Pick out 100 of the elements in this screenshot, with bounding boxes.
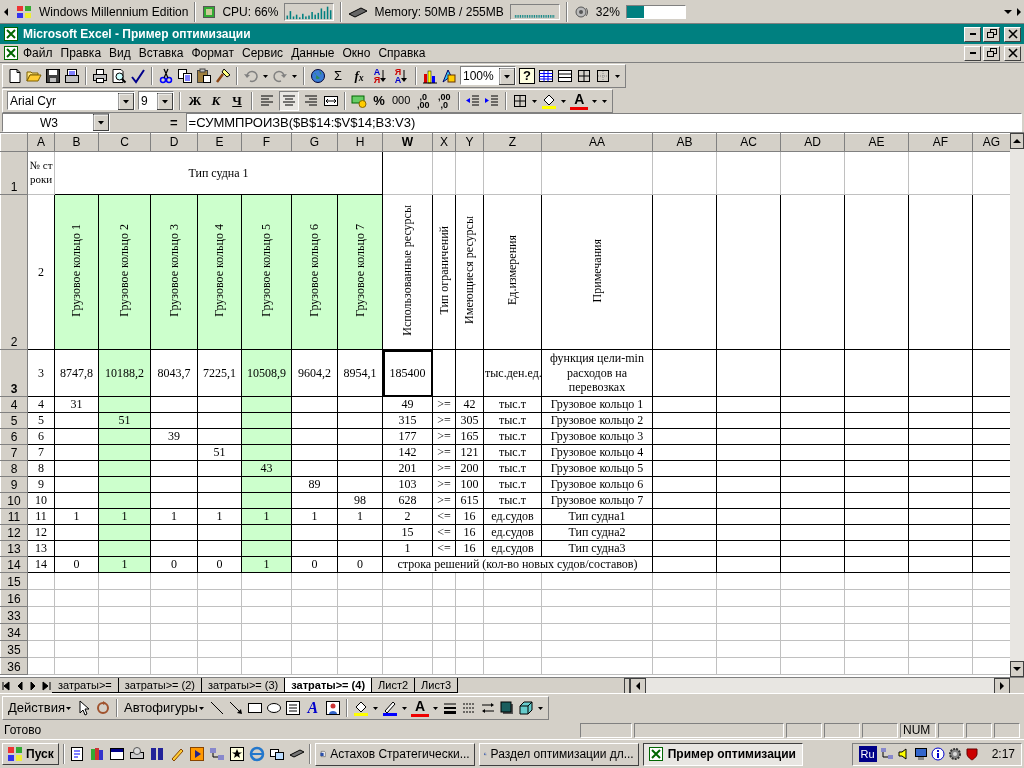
- play-icon[interactable]: [188, 746, 205, 762]
- borders-icon[interactable]: [512, 92, 529, 109]
- copy-icon[interactable]: [177, 67, 193, 84]
- column-header[interactable]: H: [337, 133, 383, 152]
- fill-color-icon[interactable]: [352, 699, 369, 716]
- column-header[interactable]: E: [197, 133, 242, 152]
- paste-icon[interactable]: [196, 67, 212, 84]
- menu-item[interactable]: Вид: [105, 44, 135, 62]
- currency-icon[interactable]: [351, 92, 367, 109]
- function-button[interactable]: f$_{x}$: [350, 65, 368, 86]
- text-box-icon[interactable]: [284, 699, 301, 716]
- network-icon[interactable]: [208, 746, 225, 762]
- line-color-icon[interactable]: [381, 699, 398, 716]
- row-header[interactable]: 1: [0, 151, 28, 195]
- gear-icon[interactable]: [947, 747, 962, 761]
- print-preview-icon[interactable]: [111, 67, 127, 84]
- table-icon[interactable]: [538, 67, 554, 84]
- bold-button[interactable]: Ж: [186, 90, 204, 111]
- shield-icon[interactable]: [964, 747, 979, 761]
- new-document-icon[interactable]: [7, 67, 23, 84]
- drive-icon[interactable]: [128, 746, 145, 762]
- autoshapes-menu[interactable]: Автофигуры: [122, 697, 206, 718]
- font-color-button[interactable]: A: [570, 91, 589, 110]
- document-minimize-button[interactable]: [964, 45, 981, 61]
- scroll-right-button[interactable]: [994, 677, 1010, 694]
- scroll-up-button[interactable]: [1010, 133, 1024, 149]
- column-header[interactable]: AD: [780, 133, 845, 152]
- outdent-icon[interactable]: [465, 92, 482, 109]
- monitor-icon[interactable]: [913, 747, 928, 761]
- row-header[interactable]: 3: [0, 349, 28, 397]
- window-icon[interactable]: [108, 746, 125, 762]
- increase-decimal-button[interactable]: ,0 ,00: [414, 90, 433, 111]
- dropdown-arrow-icon[interactable]: [118, 92, 134, 110]
- binder-icon[interactable]: [148, 746, 165, 762]
- first-sheet-button[interactable]: [0, 678, 13, 694]
- wordart-button[interactable]: A: [303, 697, 322, 718]
- last-sheet-button[interactable]: [39, 678, 52, 694]
- indent-icon[interactable]: [484, 92, 501, 109]
- dropdown-arrow-icon[interactable]: [499, 67, 515, 85]
- globe-icon[interactable]: [310, 67, 326, 84]
- align-center-button[interactable]: [279, 90, 299, 111]
- restore-button[interactable]: [983, 26, 1000, 42]
- font-size-dropdown[interactable]: 9: [138, 91, 174, 110]
- equals-button[interactable]: =: [166, 112, 182, 133]
- rotate-icon[interactable]: [94, 699, 111, 716]
- underline-button[interactable]: Ч: [228, 90, 246, 111]
- menu-item[interactable]: Файл: [19, 44, 57, 62]
- menu-item[interactable]: Сервис: [238, 44, 288, 62]
- dropdown-arrow-icon[interactable]: [93, 114, 109, 131]
- actions-menu[interactable]: Действия: [7, 697, 73, 718]
- volume-meter[interactable]: [625, 4, 686, 19]
- column-header[interactable]: G: [291, 133, 338, 152]
- column-header[interactable]: Z: [483, 133, 542, 152]
- taskbar-button[interactable]: Пример оптимизации: [642, 742, 803, 766]
- arrow-icon[interactable]: [227, 699, 244, 716]
- menu-item[interactable]: Окно: [338, 44, 375, 62]
- sheet-tab[interactable]: затраты>= (4): [285, 678, 373, 693]
- font-dropdown[interactable]: Arial Cyr: [7, 91, 135, 110]
- thousands-button[interactable]: 000: [391, 90, 412, 111]
- workbook-icon[interactable]: [3, 45, 19, 61]
- menu-item[interactable]: Данные: [287, 44, 339, 62]
- column-header[interactable]: A: [27, 133, 55, 152]
- notepad-icon[interactable]: [68, 746, 85, 762]
- decrease-decimal-button[interactable]: ,00 ,0: [435, 90, 454, 111]
- menu-item[interactable]: Вставка: [134, 44, 188, 62]
- column-header[interactable]: AF: [908, 133, 973, 152]
- info-icon[interactable]: [930, 747, 945, 761]
- minimize-button[interactable]: [964, 26, 981, 42]
- sum-button[interactable]: Σ: [329, 65, 347, 86]
- column-header[interactable]: W: [382, 133, 433, 152]
- column-header[interactable]: AE: [844, 133, 909, 152]
- column-header[interactable]: D: [150, 133, 198, 152]
- formula-field[interactable]: =СУММПРОИЗВ($B$14:$V$14;B3:V3): [185, 113, 1022, 132]
- rows-icon[interactable]: [557, 67, 573, 84]
- printer-icon[interactable]: [92, 67, 108, 84]
- document-close-button[interactable]: [1004, 45, 1021, 61]
- language-indicator[interactable]: Ru: [858, 745, 877, 763]
- scissors-icon[interactable]: [158, 67, 174, 84]
- italic-button[interactable]: К: [207, 90, 225, 111]
- sync-icon[interactable]: [268, 746, 285, 762]
- row-header[interactable]: 2: [0, 194, 28, 350]
- brush-icon[interactable]: [215, 67, 231, 84]
- start-button[interactable]: Пуск: [2, 743, 59, 765]
- sort-descending-button[interactable]: Я А: [392, 65, 410, 86]
- dotted-grid-icon[interactable]: [595, 67, 611, 84]
- split-handle[interactable]: [624, 677, 630, 694]
- grid-icon[interactable]: [576, 67, 592, 84]
- scroll-left-button[interactable]: [630, 677, 646, 694]
- dropdown-arrow-icon[interactable]: [157, 92, 173, 110]
- sort-ascending-button[interactable]: А Я: [371, 65, 389, 86]
- mail-icon[interactable]: [64, 67, 80, 84]
- column-header[interactable]: C: [98, 133, 151, 152]
- cube-icon[interactable]: [517, 699, 534, 716]
- line-icon[interactable]: [208, 699, 225, 716]
- help-button[interactable]: ?: [519, 67, 535, 84]
- column-header[interactable]: F: [241, 133, 292, 152]
- network-icon[interactable]: [879, 747, 894, 761]
- save-icon[interactable]: [45, 67, 61, 84]
- column-header[interactable]: AC: [716, 133, 781, 152]
- taskbar-button[interactable]: Раздел оптимизации дл...: [478, 742, 639, 766]
